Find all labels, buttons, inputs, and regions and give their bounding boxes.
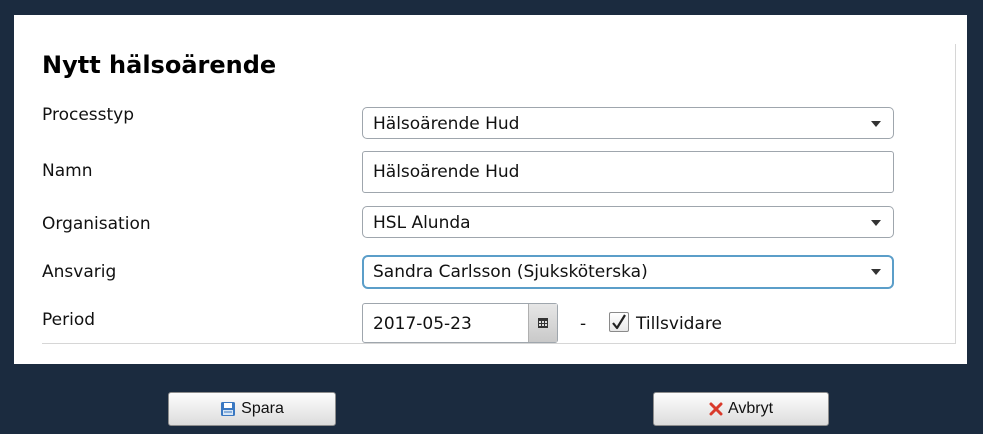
processtyp-select[interactable]: Hälsoärende Hud [362, 107, 894, 139]
organisation-select[interactable]: HSL Alunda [362, 206, 894, 238]
namn-input[interactable]: Hälsoärende Hud [362, 151, 894, 193]
period-start-date-input[interactable]: 2017-05-23 [362, 303, 558, 343]
period-label: Period [42, 310, 96, 330]
ansvarig-value: Sandra Carlsson (Sjuksköterska) [373, 262, 648, 282]
processtyp-value: Hälsoärende Hud [373, 114, 520, 134]
panel-divider-horizontal [42, 343, 956, 344]
period-separator: - [580, 314, 587, 334]
calendar-button[interactable] [528, 304, 557, 342]
ansvarig-select[interactable]: Sandra Carlsson (Sjuksköterska) [362, 255, 894, 289]
panel-divider-vertical [955, 44, 956, 343]
cancel-button-label: Avbryt [727, 400, 774, 417]
processtyp-label: Processtyp [42, 105, 135, 125]
organisation-value: HSL Alunda [373, 213, 471, 233]
page-title: Nytt hälsoärende [42, 51, 277, 79]
namn-label: Namn [42, 161, 93, 181]
organisation-label: Organisation [42, 214, 151, 234]
chevron-down-icon [871, 220, 881, 226]
ansvarig-label: Ansvarig [42, 262, 117, 282]
close-icon [709, 402, 723, 416]
save-icon [221, 402, 236, 416]
save-button[interactable]: Spara [168, 392, 336, 426]
checkmark-icon [612, 314, 626, 330]
namn-value: Hälsoärende Hud [373, 162, 520, 182]
calendar-icon [538, 318, 548, 328]
cancel-button[interactable]: Avbryt [653, 392, 829, 426]
tillsvidare-label: Tillsvidare [636, 314, 722, 334]
period-start-value: 2017-05-23 [373, 314, 472, 334]
chevron-down-icon [871, 121, 881, 127]
chevron-down-icon [871, 269, 881, 275]
save-button-label: Spara [241, 400, 284, 417]
tillsvidare-checkbox[interactable] [609, 312, 629, 332]
